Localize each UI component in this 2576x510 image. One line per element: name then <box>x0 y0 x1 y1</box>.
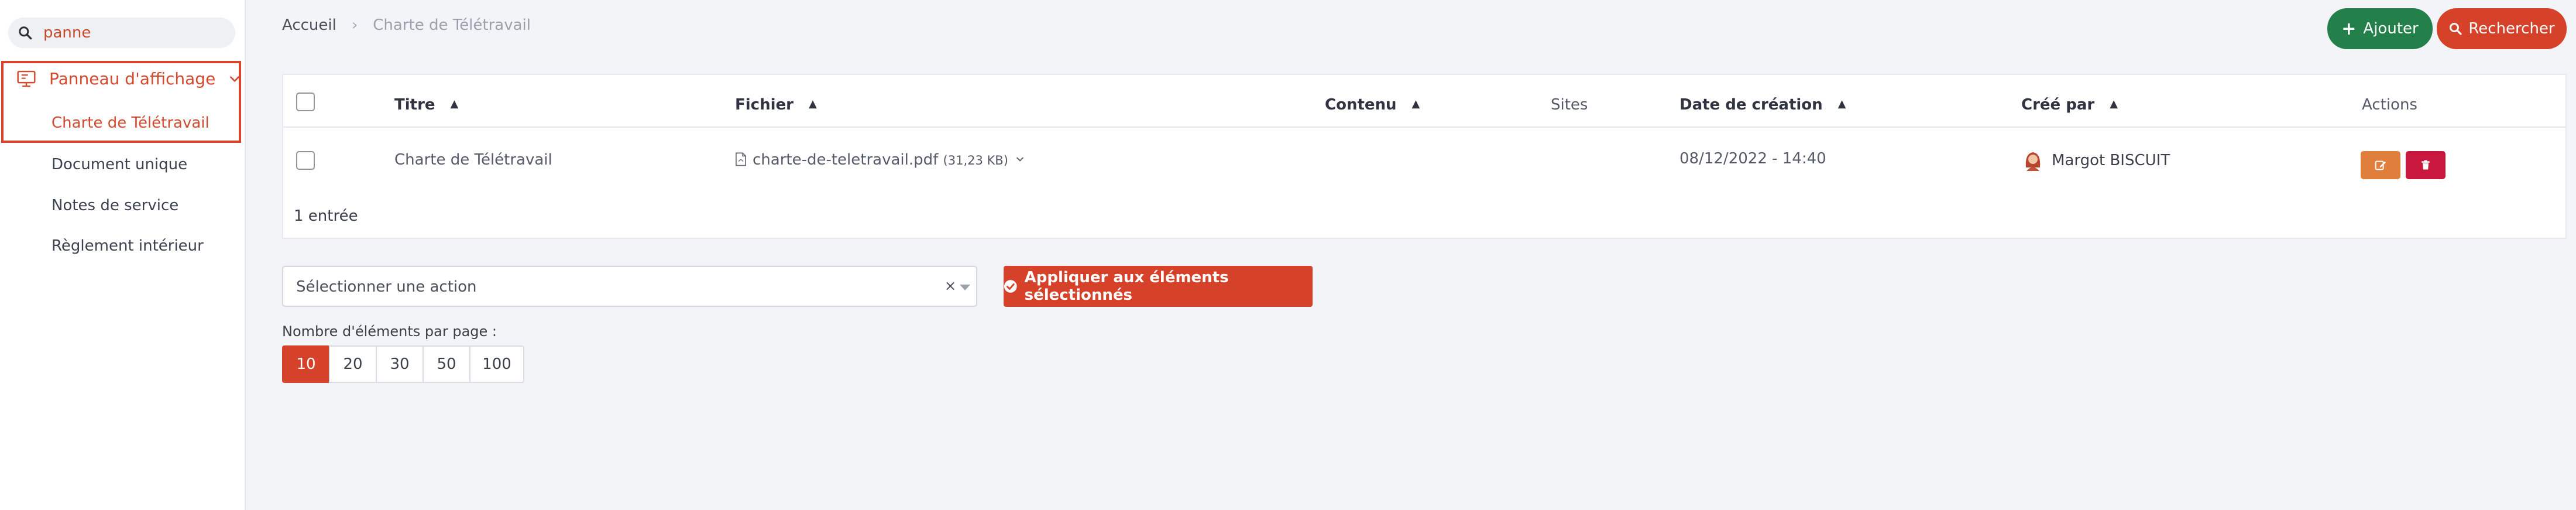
delete-button[interactable] <box>2406 151 2446 179</box>
row-checkbox[interactable] <box>296 151 315 170</box>
row-author: Margot BISCUIT <box>2021 148 2170 171</box>
column-header-author[interactable]: Créé par ▲ <box>2021 96 2118 114</box>
column-header-file[interactable]: Fichier ▲ <box>735 96 817 114</box>
sidebar-item-document-unique[interactable]: Document unique <box>51 156 187 173</box>
row-created: 08/12/2022 - 14:40 <box>1679 150 1826 167</box>
chevron-down-icon <box>230 76 240 82</box>
caret-down-icon <box>960 285 970 290</box>
search-button-label: Rechercher <box>2468 20 2555 37</box>
per-page-option-50[interactable]: 50 <box>423 345 470 383</box>
sort-asc-icon: ▲ <box>1837 98 1846 110</box>
per-page-option-100[interactable]: 100 <box>469 345 524 383</box>
add-button-label: Ajouter <box>2363 20 2419 37</box>
nav-panneau-affichage[interactable]: Panneau d'affichage <box>16 69 241 88</box>
select-all-checkbox[interactable] <box>296 93 315 111</box>
column-header-actions: Actions <box>2362 96 2417 114</box>
add-button[interactable]: + Ajouter <box>2327 8 2433 49</box>
breadcrumb: Accueil › Charte de Télétravail <box>282 16 531 34</box>
clear-selection-icon[interactable]: × <box>944 278 956 294</box>
apply-selected-button[interactable]: Appliquer aux éléments sélectionnés <box>1004 266 1313 307</box>
column-header-content[interactable]: Contenu ▲ <box>1325 96 1420 114</box>
monitor-icon <box>17 70 36 87</box>
breadcrumb-current: Charte de Télétravail <box>373 16 531 34</box>
sort-asc-icon: ▲ <box>2110 98 2118 110</box>
sort-asc-icon: ▲ <box>450 98 459 110</box>
check-circle-icon <box>1004 280 1017 293</box>
sidebar-item-charte-teletravail[interactable]: Charte de Télétravail <box>51 114 209 132</box>
nav-panneau-affichage-label: Panneau d'affichage <box>49 69 216 88</box>
sort-asc-icon: ▲ <box>808 98 817 110</box>
per-page-option-10[interactable]: 10 <box>282 345 330 383</box>
avatar <box>2022 148 2044 171</box>
pdf-file-icon <box>736 152 746 166</box>
breadcrumb-separator: › <box>351 16 358 34</box>
per-page-option-20[interactable]: 20 <box>329 345 377 383</box>
chevron-down-icon[interactable] <box>1015 155 1025 164</box>
search-button[interactable]: Rechercher <box>2437 8 2567 49</box>
sidebar-search[interactable] <box>8 18 235 48</box>
trash-icon <box>2422 160 2430 170</box>
row-file-name: charte-de-teletravail.pdf <box>753 151 939 169</box>
column-header-sites: Sites <box>1551 96 1588 114</box>
per-page-option-30[interactable]: 30 <box>376 345 424 383</box>
column-header-title[interactable]: Titre ▲ <box>394 96 458 114</box>
sidebar-search-input[interactable] <box>43 22 225 43</box>
edit-button[interactable] <box>2361 151 2400 179</box>
per-page-label: Nombre d'éléments par page : <box>282 323 497 340</box>
row-author-name: Margot BISCUIT <box>2052 152 2170 169</box>
breadcrumb-home[interactable]: Accueil <box>282 16 336 34</box>
sidebar-item-reglement-interieur[interactable]: Règlement intérieur <box>51 237 204 255</box>
search-icon <box>19 26 32 40</box>
sidebar: Panneau d'affichage Charte de Télétravai… <box>0 0 246 510</box>
entries-count: 1 entrée <box>294 207 358 225</box>
header-divider <box>283 126 2565 128</box>
apply-selected-label: Appliquer aux éléments sélectionnés <box>1024 269 1229 304</box>
row-file[interactable]: charte-de-teletravail.pdf (31,23 KB) <box>735 151 1025 169</box>
sort-asc-icon: ▲ <box>1411 98 1420 110</box>
per-page-selector: 10 20 30 50 100 <box>282 345 524 383</box>
column-header-created[interactable]: Date de création ▲ <box>1679 96 1846 114</box>
search-icon <box>2450 23 2462 35</box>
sidebar-item-notes-service[interactable]: Notes de service <box>51 197 178 214</box>
bulk-action-placeholder: Sélectionner une action <box>296 278 477 296</box>
bulk-action-select[interactable]: Sélectionner une action × <box>282 266 977 307</box>
edit-icon <box>2375 160 2386 170</box>
row-file-size: (31,23 KB) <box>943 153 1008 167</box>
row-title: Charte de Télétravail <box>394 151 552 169</box>
documents-table: Titre ▲ Fichier ▲ Contenu ▲ Sites Date de c… <box>282 74 2567 239</box>
plus-icon: + <box>2341 18 2357 39</box>
